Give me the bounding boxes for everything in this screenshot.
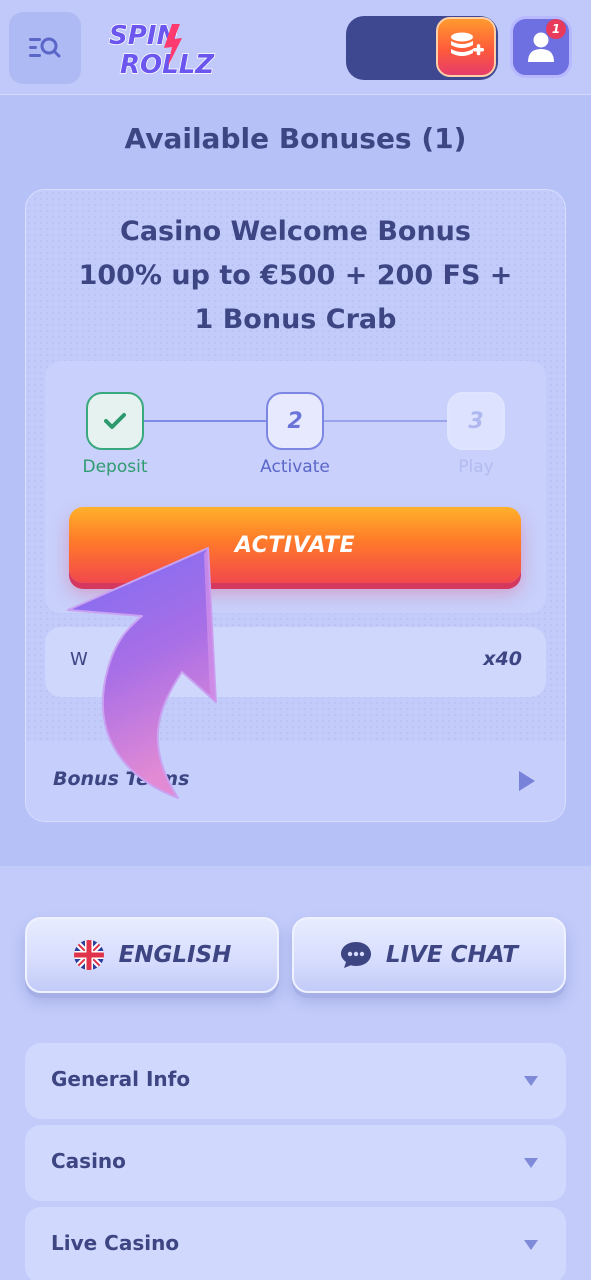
accordion-label: Casino xyxy=(51,1149,126,1173)
accordion-casino[interactable]: Casino xyxy=(25,1125,566,1201)
bonus-title: Casino Welcome Bonus 100% up to €500 + 2… xyxy=(25,210,566,342)
spin-rollz-logo[interactable]: SPIN ROLLZ xyxy=(106,18,216,81)
chat-bubble-icon xyxy=(340,942,371,968)
search-list-icon xyxy=(29,37,61,58)
language-label: ENGLISH xyxy=(118,942,232,968)
deposit-button[interactable] xyxy=(436,17,496,77)
step-connector xyxy=(144,420,266,422)
play-arrow-icon xyxy=(519,771,535,791)
step-play: 3 xyxy=(447,392,505,450)
top-bar xyxy=(0,0,591,95)
step-label-deposit: Deposit xyxy=(82,457,148,477)
bonus-title-line: 100% up to €500 + 200 FS + xyxy=(78,260,513,291)
menu-search-button[interactable] xyxy=(9,12,81,84)
step-label-play: Play xyxy=(458,457,494,477)
chevron-down-icon xyxy=(524,1240,538,1250)
step-deposit xyxy=(86,392,144,450)
accordion-live-casino[interactable]: Live Casino xyxy=(25,1207,566,1280)
accordion-label: General Info xyxy=(51,1067,191,1091)
live-chat-button[interactable]: LIVE CHAT xyxy=(292,917,566,993)
pointer-arrow-icon xyxy=(67,547,217,799)
bonus-title-line: Casino Welcome Bonus xyxy=(120,216,471,247)
coins-plus-icon xyxy=(451,32,484,56)
activate-label: ACTIVATE xyxy=(234,532,356,558)
chevron-down-icon xyxy=(524,1076,538,1086)
step-label-activate: Activate xyxy=(260,457,330,477)
uk-flag-icon xyxy=(73,940,104,970)
wager-value: x40 xyxy=(483,648,522,670)
step-connector xyxy=(324,420,447,422)
chevron-down-icon xyxy=(524,1158,538,1168)
accordion-general-info[interactable]: General Info xyxy=(25,1043,566,1119)
bonus-title-line: 1 Bonus Crab xyxy=(194,304,397,335)
svg-text:ROLLZ: ROLLZ xyxy=(120,50,215,80)
live-chat-label: LIVE CHAT xyxy=(385,942,519,968)
page-title: Available Bonuses (1) xyxy=(124,122,467,155)
accordion-label: Live Casino xyxy=(51,1231,180,1255)
check-icon xyxy=(104,413,126,429)
language-button[interactable]: ENGLISH xyxy=(25,917,279,993)
notification-badge: 1 xyxy=(546,19,566,39)
step-activate: 2 xyxy=(266,392,324,450)
